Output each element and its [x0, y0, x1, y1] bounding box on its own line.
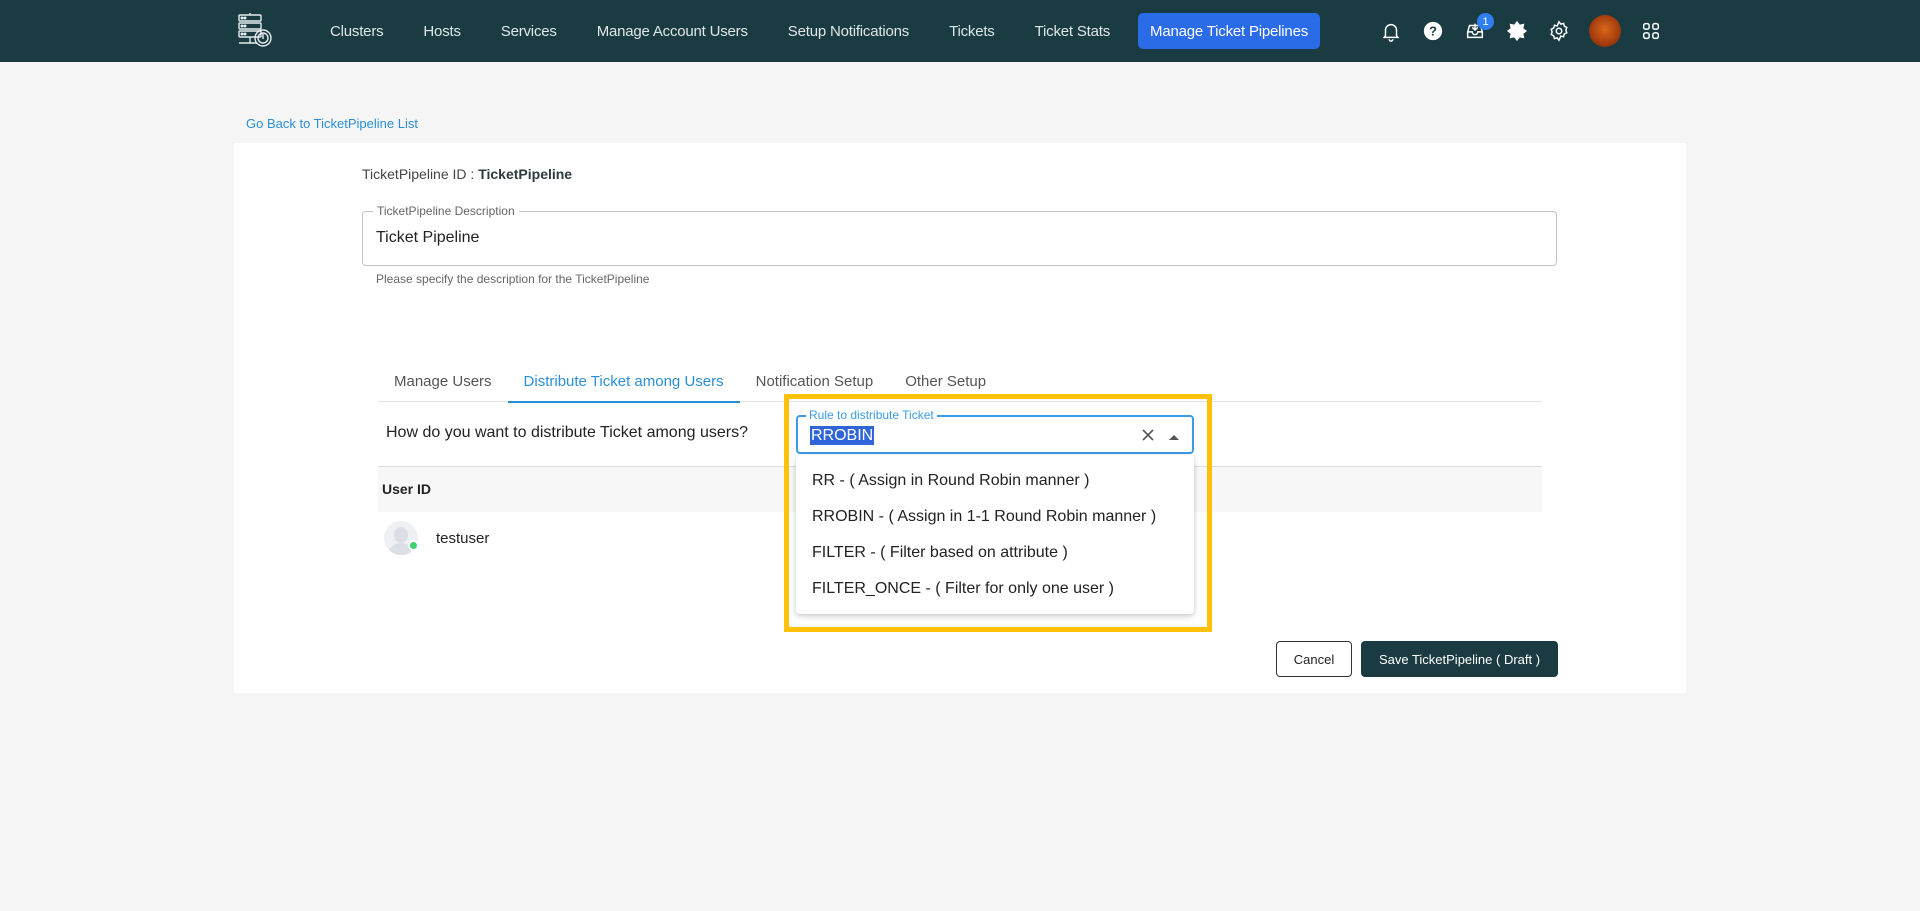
- distribution-rule-input[interactable]: RROBIN: [810, 426, 875, 445]
- cancel-button[interactable]: Cancel: [1276, 641, 1352, 677]
- option-rr[interactable]: RR - ( Assign in Round Robin manner ): [796, 463, 1194, 499]
- description-field[interactable]: TicketPipeline Description Ticket Pipeli…: [362, 204, 1557, 266]
- user-avatar[interactable]: [1580, 10, 1630, 52]
- nav-link-manage-ticket-pipelines[interactable]: Manage Ticket Pipelines: [1138, 13, 1321, 49]
- column-header-user-id: User ID: [382, 481, 432, 497]
- description-label: TicketPipeline Description: [373, 204, 519, 218]
- nav-link-hosts[interactable]: Hosts: [403, 13, 480, 49]
- nav-link-setup-notifications[interactable]: Setup Notifications: [768, 13, 929, 49]
- inbox-badge: 1: [1477, 13, 1494, 30]
- description-helper-text: Please specify the description for the T…: [376, 272, 650, 286]
- bell-icon[interactable]: [1370, 10, 1412, 52]
- save-draft-button[interactable]: Save TicketPipeline ( Draft ): [1361, 641, 1558, 677]
- logo-icon[interactable]: [235, 10, 275, 50]
- description-input[interactable]: Ticket Pipeline: [376, 229, 479, 247]
- table-row[interactable]: testuser: [384, 516, 489, 560]
- pipeline-id-label: TicketPipeline ID :: [362, 166, 479, 182]
- svg-text:?: ?: [1429, 24, 1437, 39]
- chevron-up-icon[interactable]: [1168, 430, 1180, 440]
- distribution-rule-select[interactable]: Rule to distribute Ticket RROBIN: [796, 408, 1194, 454]
- tab-distribute-ticket[interactable]: Distribute Ticket among Users: [507, 360, 740, 403]
- back-to-list-link[interactable]: Go Back to TicketPipeline List: [246, 116, 418, 131]
- distribution-rule-options: RR - ( Assign in Round Robin manner ) RR…: [796, 455, 1194, 614]
- inbox-icon[interactable]: 1: [1454, 10, 1496, 52]
- tab-manage-users[interactable]: Manage Users: [378, 360, 508, 402]
- apps-grid-icon[interactable]: [1630, 10, 1672, 52]
- pipeline-id: TicketPipeline ID : TicketPipeline: [362, 166, 572, 182]
- distribute-question: How do you want to distribute Ticket amo…: [386, 424, 748, 441]
- option-filter[interactable]: FILTER - ( Filter based on attribute ): [796, 535, 1194, 571]
- option-filter-once[interactable]: FILTER_ONCE - ( Filter for only one user…: [796, 571, 1194, 607]
- user-name: testuser: [436, 529, 490, 547]
- nav-link-ticket-stats[interactable]: Ticket Stats: [1015, 13, 1130, 49]
- option-rrobin[interactable]: RROBIN - ( Assign in 1-1 Round Robin man…: [796, 499, 1194, 535]
- nav-link-tickets[interactable]: Tickets: [929, 13, 1015, 49]
- nav-link-manage-account-users[interactable]: Manage Account Users: [577, 13, 768, 49]
- clear-icon[interactable]: [1140, 427, 1156, 443]
- nav-link-clusters[interactable]: Clusters: [310, 13, 403, 49]
- online-status-indicator: [408, 540, 419, 551]
- nav-link-services[interactable]: Services: [481, 13, 577, 49]
- settings-icon[interactable]: [1538, 10, 1580, 52]
- theme-toggle-icon[interactable]: [1496, 10, 1538, 52]
- distribution-rule-label: Rule to distribute Ticket: [806, 408, 937, 422]
- pipeline-id-value: TicketPipeline: [478, 166, 573, 182]
- top-navbar: Clusters Hosts Services Manage Account U…: [0, 0, 1920, 62]
- help-icon[interactable]: ?: [1412, 10, 1454, 52]
